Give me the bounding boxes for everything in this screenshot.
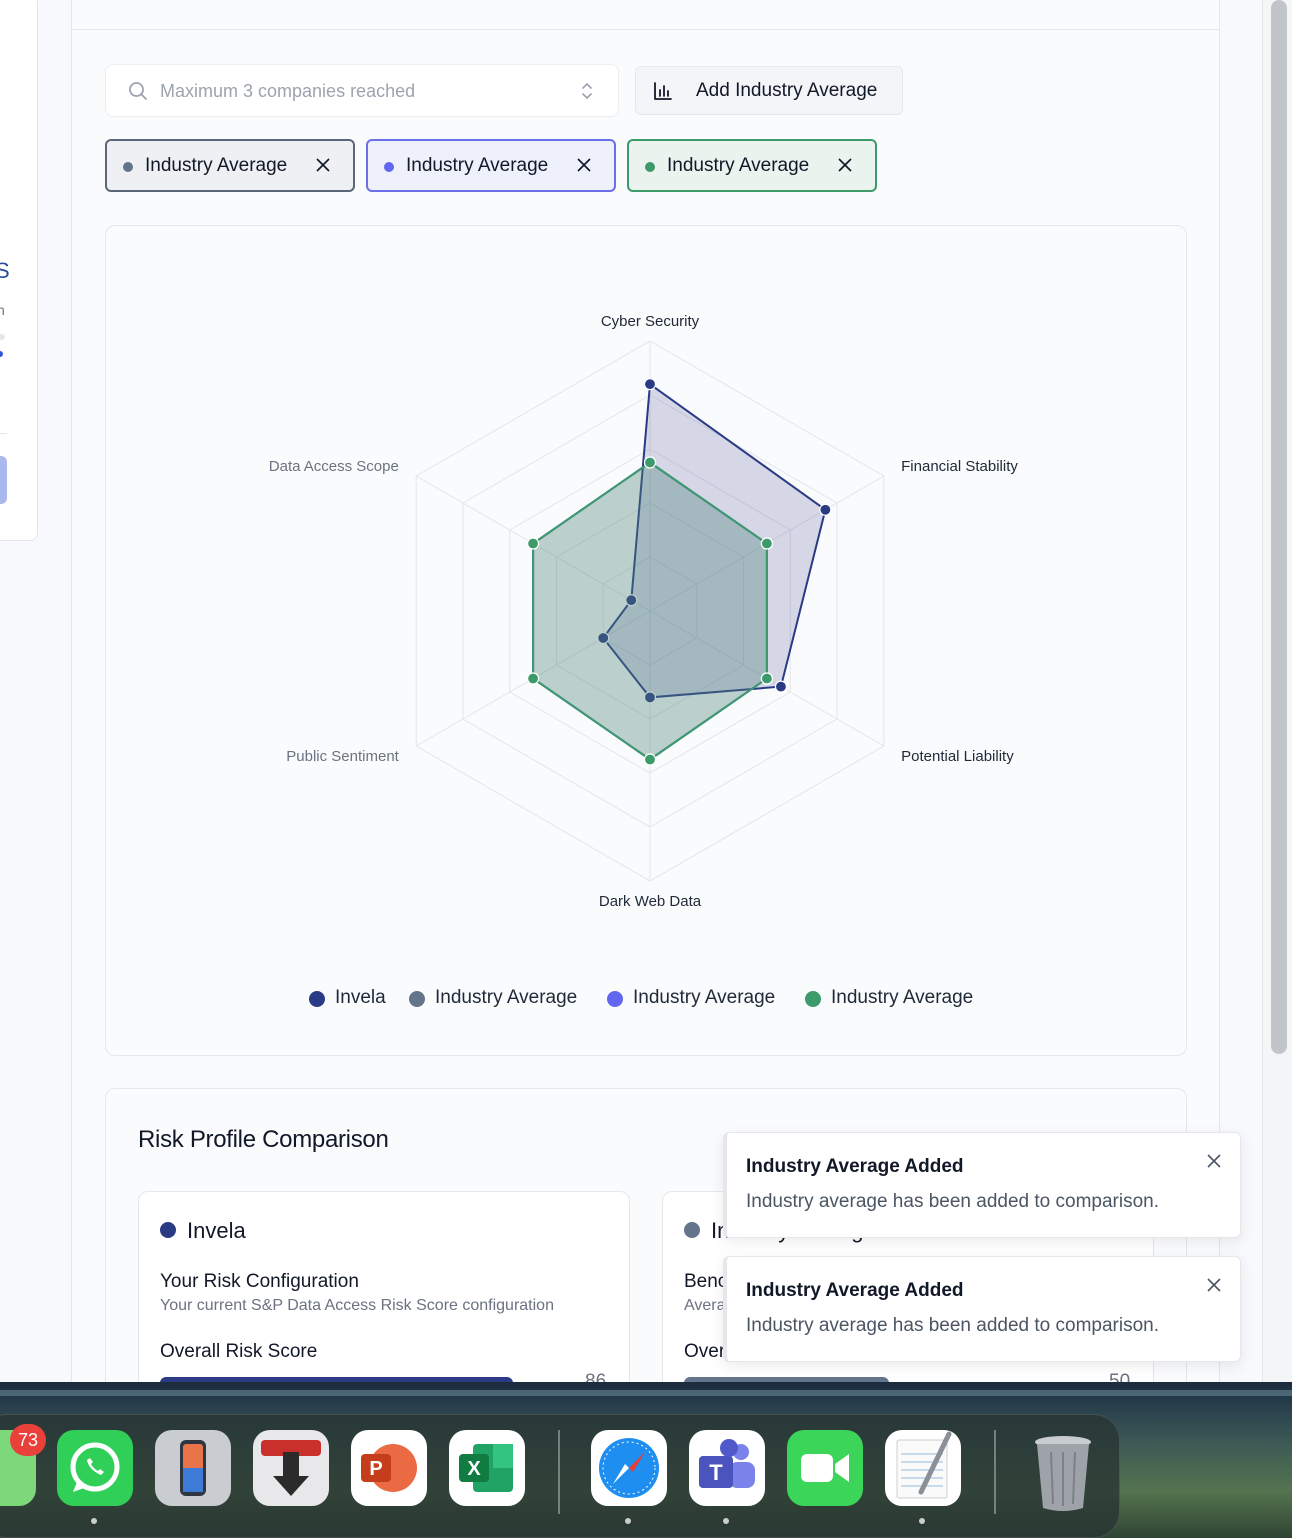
teams-glyph-icon: T — [699, 1439, 755, 1488]
radar-point — [819, 503, 832, 516]
radar-axis-label: Potential Liability — [901, 748, 1014, 765]
trash-can-icon — [1035, 1436, 1091, 1511]
legend-color-dot — [409, 991, 425, 1007]
running-indicator — [91, 1518, 97, 1524]
compass-icon — [599, 1438, 659, 1498]
radar-point — [760, 672, 774, 685]
config-heading: Your Risk Configuration — [160, 1271, 359, 1292]
radar-point — [526, 537, 540, 550]
trash-icon[interactable] — [1025, 1430, 1101, 1511]
safari-app-icon[interactable] — [591, 1430, 667, 1506]
toast-notification: Industry Average Added Industry average … — [723, 1132, 1241, 1238]
excel-app-icon[interactable]: X — [449, 1430, 525, 1506]
download-arrow-icon — [261, 1440, 321, 1496]
window-edge — [0, 1390, 1292, 1396]
risk-company-card: Invela Your Risk Configuration Your curr… — [138, 1191, 630, 1382]
legend-color-dot — [607, 991, 623, 1007]
toast-title: Industry Average Added — [746, 1280, 964, 1301]
company-color-dot — [684, 1222, 700, 1238]
company-name: Invela — [187, 1218, 246, 1243]
legend-label: Industry Average — [831, 987, 974, 1008]
legend-label: Invela — [335, 987, 386, 1008]
toast-body: Industry average has been added to compa… — [746, 1315, 1159, 1336]
whatsapp-glyph-icon — [70, 1442, 120, 1492]
powerpoint-glyph-icon: P — [361, 1444, 417, 1492]
svg-text:P: P — [369, 1458, 382, 1480]
notepad-pen-icon — [896, 1431, 952, 1499]
radar-axis-label: Financial Stability — [901, 458, 1018, 475]
vertical-scrollbar[interactable] — [1262, 0, 1292, 1382]
video-camera-icon — [801, 1454, 849, 1482]
running-indicator — [919, 1518, 925, 1524]
dock-separator — [994, 1430, 996, 1514]
close-icon[interactable] — [1206, 1277, 1222, 1293]
radar-axis-label: Cyber Security — [601, 313, 700, 330]
whatsapp-app-icon[interactable] — [57, 1430, 133, 1506]
legend-label: Industry Average — [435, 987, 578, 1008]
dock-separator — [558, 1430, 560, 1514]
radar-point — [760, 537, 774, 550]
running-indicator — [625, 1518, 631, 1524]
radar-point — [643, 378, 657, 391]
svg-text:X: X — [467, 1458, 481, 1480]
risk-score-value: 86 — [585, 1371, 607, 1382]
radar-point — [643, 456, 657, 469]
legend-label: Industry Average — [633, 987, 776, 1008]
radar-point — [774, 680, 788, 693]
overall-risk-score-label: Overall Risk Score — [160, 1341, 318, 1362]
company-color-dot — [160, 1222, 176, 1238]
radar-axis-label: Public Sentiment — [286, 748, 399, 765]
radar-axis-label: Dark Web Data — [599, 893, 702, 910]
legend-color-dot — [805, 991, 821, 1007]
powerpoint-app-icon[interactable]: P — [351, 1430, 427, 1506]
notification-badge: 73 — [10, 1424, 46, 1456]
risk-score-value: 50 — [1109, 1371, 1131, 1382]
radar-point — [643, 753, 657, 766]
close-icon[interactable] — [1206, 1153, 1222, 1169]
radar-chart: Cyber Security Financial Stability Potenti… — [269, 313, 1019, 910]
risk-profile-title: Risk Profile Comparison — [138, 1126, 389, 1153]
running-indicator — [723, 1518, 729, 1524]
toast-body: Industry average has been added to compa… — [746, 1191, 1159, 1212]
desktop-background: P X T — [0, 1382, 1292, 1538]
config-subheading: Your current S&P Data Access Risk Score … — [160, 1297, 554, 1314]
toast-title: Industry Average Added — [746, 1156, 964, 1177]
iphone-mirroring-app-icon[interactable] — [155, 1430, 231, 1506]
radar-axis-label: Data Access Scope — [269, 458, 399, 475]
svg-text:T: T — [709, 1460, 723, 1485]
iphone-glyph-icon — [180, 1440, 206, 1496]
scrollbar-thumb[interactable] — [1271, 0, 1287, 1054]
textedit-app-icon[interactable] — [885, 1430, 961, 1506]
downloader-app-icon[interactable] — [253, 1430, 329, 1506]
toast-notification: Industry Average Added Industry average … — [723, 1256, 1241, 1362]
radar-point — [526, 672, 540, 685]
excel-glyph-icon: X — [459, 1444, 513, 1492]
teams-app-icon[interactable]: T — [689, 1430, 765, 1506]
app-viewport: S n Maximum 3 companies reached Add Indu… — [0, 0, 1292, 1382]
chart-legend: Invela Industry Average Industry Average In… — [0, 986, 1292, 1012]
legend-color-dot — [309, 991, 325, 1007]
facetime-app-icon[interactable] — [787, 1430, 863, 1506]
